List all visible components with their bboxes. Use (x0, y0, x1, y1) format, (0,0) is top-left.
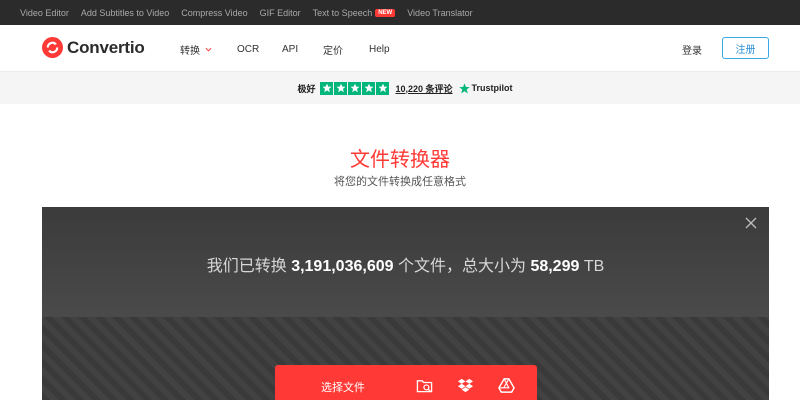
trustpilot-brand: Trustpilot (471, 83, 513, 93)
rating-stars (320, 81, 390, 95)
google-drive-icon[interactable] (498, 377, 515, 394)
star-icon (334, 81, 348, 95)
logo-text: Convertio (67, 37, 145, 57)
link-video-editor[interactable]: Video Editor (20, 8, 69, 18)
link-text-to-speech[interactable]: Text to Speech NEW (313, 8, 396, 18)
nav-convert[interactable]: 转换 (180, 42, 237, 57)
stats-total-size: 58,299 (530, 258, 580, 275)
login-link[interactable]: 登录 (682, 42, 702, 57)
star-icon (376, 81, 390, 95)
close-icon[interactable] (745, 217, 757, 229)
choose-files-button[interactable]: 选择文件 (275, 365, 537, 400)
convertio-logo-icon (42, 37, 63, 58)
logo[interactable]: Convertio (42, 37, 145, 58)
star-icon (362, 81, 376, 95)
dropbox-icon[interactable] (457, 377, 474, 394)
link-compress-video[interactable]: Compress Video (181, 8, 247, 18)
top-tool-bar: Video Editor Add Subtitles to Video Comp… (0, 0, 800, 25)
main-header: Convertio 转换 OCR API 定价 Help 登录 注册 (0, 25, 800, 72)
upload-panel: 我们已转换 3,191,036,609 个文件，总大小为 58,299 TB 选… (42, 207, 769, 400)
trustpilot-logo[interactable]: Trustpilot (458, 82, 513, 94)
new-badge: NEW (375, 8, 396, 17)
link-add-subtitles[interactable]: Add Subtitles to Video (81, 8, 169, 18)
page-title: 文件转换器 (350, 149, 450, 171)
nav-api[interactable]: API (282, 42, 323, 57)
nav-convert-label: 转换 (180, 46, 200, 57)
page-subtitle: 将您的文件转换成任意格式 (334, 176, 466, 188)
link-text-to-speech-label: Text to Speech (312, 7, 373, 18)
star-icon (348, 81, 362, 95)
nav-help[interactable]: Help (369, 42, 390, 57)
nav-ocr[interactable]: OCR (237, 42, 282, 57)
reviews-link[interactable]: 10,220 条评论 (395, 82, 452, 95)
chevron-down-icon (205, 47, 212, 52)
stats-prefix: 我们已转换 (206, 258, 287, 275)
stats-middle: 个文件，总大小为 (397, 258, 526, 275)
main-nav: 转换 OCR API 定价 Help (180, 42, 390, 57)
rating-label: 极好 (297, 83, 316, 94)
stats-unit: TB (583, 258, 605, 275)
trustpilot-bar: 极好 10,220 条评论 Trustpilot (0, 72, 800, 104)
stats-file-count: 3,191,036,609 (291, 258, 394, 275)
conversion-stats: 我们已转换 3,191,036,609 个文件，总大小为 58,299 TB (42, 252, 769, 276)
trustpilot-star-icon (458, 82, 470, 93)
link-gif-editor[interactable]: GIF Editor (260, 8, 301, 18)
link-video-translator[interactable]: Video Translator (407, 8, 472, 18)
stats-banner: 我们已转换 3,191,036,609 个文件，总大小为 58,299 TB (42, 207, 769, 317)
folder-search-icon[interactable] (416, 377, 433, 394)
star-icon (320, 81, 334, 95)
nav-pricing[interactable]: 定价 (323, 42, 369, 57)
choose-files-label: 选择文件 (321, 382, 365, 394)
signup-button[interactable]: 注册 (722, 37, 769, 59)
